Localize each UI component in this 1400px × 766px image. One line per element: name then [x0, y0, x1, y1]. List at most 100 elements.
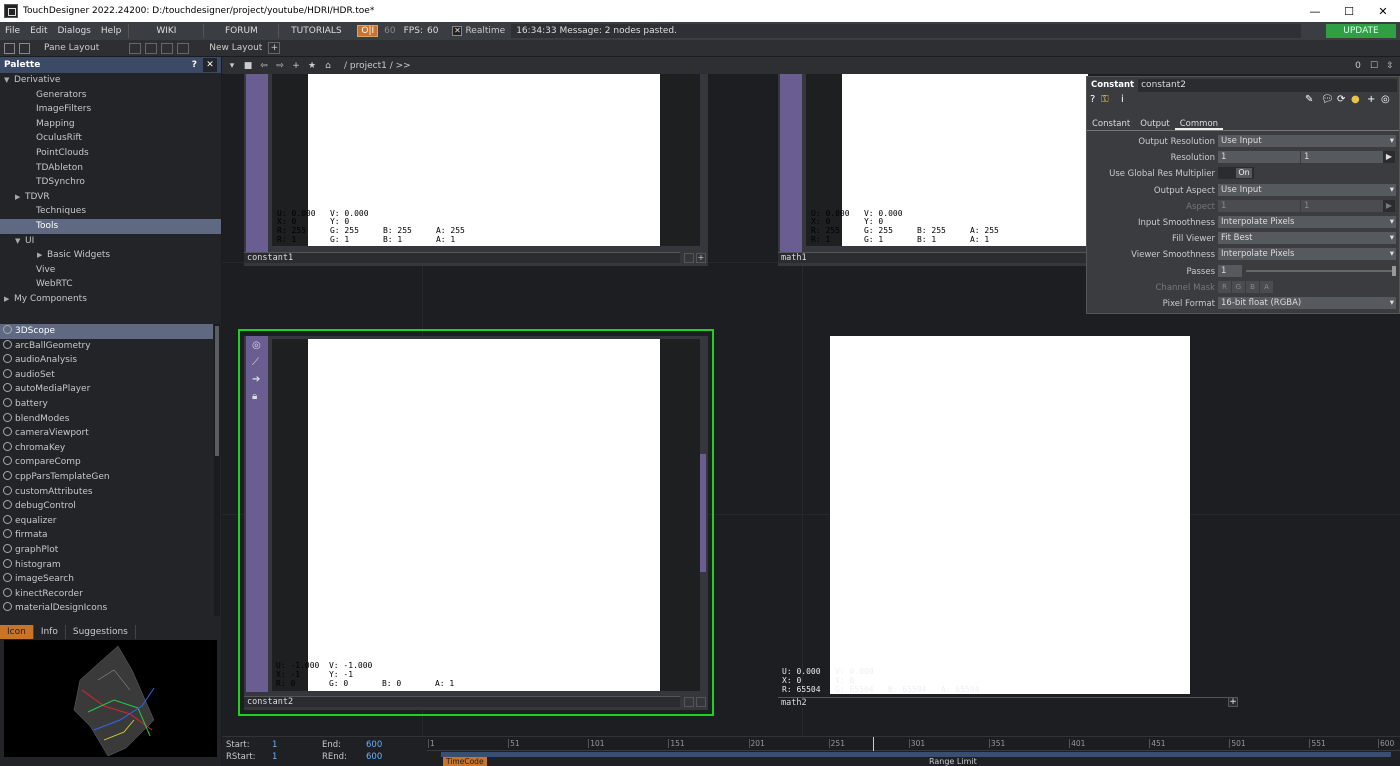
component-list-item[interactable]: autoMediaPlayer — [0, 382, 213, 397]
slider-track[interactable] — [1246, 269, 1394, 272]
palette-help-button[interactable]: ? — [192, 60, 197, 70]
output-aspect-menu[interactable]: Use Input — [1218, 183, 1396, 196]
layout-single-icon[interactable] — [129, 42, 142, 54]
end-field[interactable]: 600 — [366, 740, 382, 750]
node-arrow-icon[interactable]: ➔ — [252, 374, 260, 385]
resolution-expand-icon[interactable]: ▶ — [1383, 151, 1395, 164]
rstart-field[interactable]: 1 — [272, 752, 277, 762]
rend-field[interactable]: 600 — [366, 752, 382, 762]
expand-triangle-icon[interactable]: ▶ — [4, 292, 14, 307]
fps-target[interactable]: 60 — [384, 26, 395, 36]
tab-constant[interactable]: Constant — [1087, 117, 1135, 130]
global-res-toggle[interactable]: On — [1218, 167, 1254, 180]
component-list-item[interactable]: materialDesignIcons — [0, 601, 213, 616]
layout-quad-icon[interactable] — [177, 42, 190, 54]
pane-icon[interactable] — [4, 42, 15, 54]
component-list-item[interactable]: 3DScope — [0, 324, 213, 339]
palette-tree-item[interactable]: ImageFilters — [0, 102, 221, 117]
new-layout-button[interactable]: New Layout — [209, 43, 262, 53]
palette-tree-item[interactable]: ▶ Basic Widgets — [0, 248, 221, 263]
node-side-bar[interactable] — [780, 74, 802, 252]
palette-tree-item[interactable]: Mapping — [0, 117, 221, 132]
tab-icon[interactable]: Icon — [0, 625, 34, 639]
forum-link[interactable]: FORUM — [206, 26, 276, 36]
chan-g-toggle[interactable]: G — [1232, 280, 1245, 293]
update-button[interactable]: UPDATE — [1326, 24, 1396, 38]
minimize-button[interactable]: — — [1298, 0, 1332, 22]
node-math1[interactable]: U: 0.000 V: 0.000 X: 0 Y: 0 R: 255 G: 25… — [778, 74, 1088, 266]
palette-tree-item[interactable]: Techniques — [0, 204, 221, 219]
node-graph-icon[interactable]: ⟋ — [252, 357, 259, 368]
tab-output[interactable]: Output — [1135, 117, 1175, 130]
comment-icon[interactable]: 💬︎ — [1321, 94, 1334, 105]
component-list-item[interactable]: battery — [0, 397, 213, 412]
chan-b-toggle[interactable]: B — [1246, 280, 1259, 293]
component-list-item[interactable]: chromaKey — [0, 441, 213, 456]
oi-toggle[interactable]: O|I — [357, 25, 379, 37]
node-viewer-toggle[interactable] — [684, 697, 694, 707]
home-icon[interactable]: ⌂ — [322, 60, 334, 72]
menu-edit[interactable]: Edit — [25, 26, 52, 36]
node-name-label[interactable]: constant1 — [244, 252, 680, 263]
realtime-checkbox[interactable]: ✕ — [452, 26, 463, 36]
python-icon[interactable]: ● — [1351, 94, 1360, 105]
input-smoothness-menu[interactable]: Interpolate Pixels — [1218, 215, 1396, 228]
palette-tree-item[interactable]: ▼ UI — [0, 234, 221, 249]
aspect-b-field[interactable]: 1 — [1301, 199, 1383, 212]
node-side-scroll[interactable] — [700, 454, 706, 572]
refresh-icon[interactable]: ⟳ — [1337, 94, 1345, 105]
info-icon[interactable]: i — [1121, 94, 1124, 105]
component-list-item[interactable]: equalizer — [0, 514, 213, 529]
playhead[interactable] — [873, 737, 874, 751]
node-viewer-icon[interactable]: ◎ — [252, 340, 261, 351]
component-list-item[interactable]: debugControl — [0, 499, 213, 514]
palette-tree-item[interactable]: TDSynchro — [0, 175, 221, 190]
palette-tree-item[interactable]: ▼ Derivative — [0, 73, 221, 88]
component-list-item[interactable]: firmata — [0, 528, 213, 543]
node-viewer-toggle[interactable] — [684, 253, 694, 263]
node-name-label[interactable]: constant2 — [244, 696, 680, 707]
node-add-icon[interactable] — [696, 697, 706, 707]
viewer-smoothness-menu[interactable]: Interpolate Pixels — [1218, 248, 1396, 261]
node-constant1[interactable]: U: 0.000 V: 0.000 X: 0 Y: 0 R: 255 G: 25… — [244, 74, 708, 266]
tab-info[interactable]: Info — [34, 625, 66, 639]
palette-tree-item[interactable]: Tools — [0, 218, 221, 234]
component-list-item[interactable]: cppParsTemplateGen — [0, 470, 213, 485]
component-list-item[interactable]: kinectRecorder — [0, 587, 213, 602]
pixel-format-menu[interactable]: 16-bit float (RGBA) — [1218, 296, 1396, 309]
component-list-item[interactable]: audioSet — [0, 368, 213, 383]
node-lock-icon[interactable]: 🔒︎ — [252, 391, 257, 402]
layout-split-icon[interactable] — [145, 42, 158, 54]
palette-tree-item[interactable]: ▶ TDVR — [0, 190, 221, 205]
layout-triple-icon[interactable] — [161, 42, 174, 54]
add-pane-button[interactable]: + — [268, 42, 281, 54]
expand-triangle-icon[interactable]: ▼ — [4, 73, 14, 88]
pane-expand-icon[interactable]: ☐ — [1368, 60, 1380, 72]
node-side-bar[interactable] — [246, 74, 268, 252]
menu-triangle-icon[interactable]: ▾ — [226, 60, 238, 72]
palette-tree-item[interactable]: WebRTC — [0, 277, 221, 292]
output-resolution-menu[interactable]: Use Input — [1218, 135, 1396, 147]
palette-tree-item[interactable]: Generators — [0, 88, 221, 103]
menu-help[interactable]: Help — [96, 26, 127, 36]
component-list-item[interactable]: customAttributes — [0, 485, 213, 500]
network-path[interactable]: / project1 / >> — [344, 61, 411, 71]
timecode-toggle[interactable]: TimeCode — [443, 757, 487, 766]
palette-tree-item[interactable]: PointClouds — [0, 146, 221, 161]
aspect-expand-icon[interactable]: ▶ — [1383, 199, 1395, 212]
palette-tree-item[interactable]: ▶ My Components — [0, 292, 221, 307]
bookmark-icon[interactable]: ★ — [306, 60, 318, 72]
node-math2[interactable]: U: 0.000 V: 0.000 X: 0 Y: 0 R: 65504 G: … — [778, 336, 1242, 708]
expand-triangle-icon[interactable]: ▶ — [15, 190, 25, 205]
component-list-item[interactable]: audioAnalysis — [0, 353, 213, 368]
aspect-a-field[interactable]: 1 — [1218, 199, 1300, 212]
python-help-icon[interactable]: ⚿ — [1101, 94, 1109, 105]
resolution-h-field[interactable]: 1 — [1301, 151, 1383, 164]
realtime-toggle[interactable]: ✕ Realtime — [452, 26, 505, 36]
stop-icon[interactable]: ■ — [242, 60, 254, 72]
component-scrollbar[interactable] — [214, 324, 220, 616]
fill-viewer-menu[interactable]: Fit Best — [1218, 232, 1396, 245]
param-op-name[interactable]: constant2 — [1138, 78, 1397, 92]
component-list-item[interactable]: arcBallGeometry — [0, 339, 213, 354]
menu-file[interactable]: File — [0, 26, 25, 36]
